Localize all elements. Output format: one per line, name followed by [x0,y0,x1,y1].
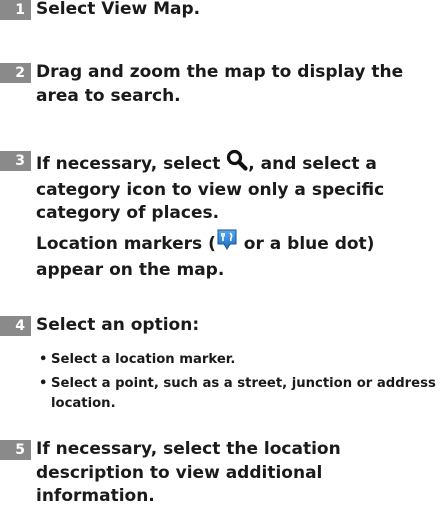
location-markers-note: Location markers ( or a blue dot) appear… [36,228,442,282]
bullet-dot: • [39,352,48,367]
step-number-3: 3 [0,151,31,171]
option-item-2: • Select a point, such as a street, junct… [39,374,439,414]
note-before: Location markers ( [36,234,216,254]
step-text-3-before: If necessary, select [36,154,227,174]
option-text-2: Select a point, such as a street, juncti… [51,376,436,411]
step-text-5: If necessary, select the location descri… [36,439,341,506]
step-number-2: 2 [0,63,31,83]
step-text-1: Select View Map. [36,0,201,19]
restaurant-marker-icon [216,228,238,259]
step-number-4: 4 [0,316,31,336]
step-text-2: Drag and zoom the map to display the are… [36,62,404,106]
bullet-dot: • [39,376,48,391]
option-text-1: Select a location marker. [51,352,236,367]
step-text-4: Select an option: [36,315,200,335]
magnifying-glass-icon [226,149,248,179]
option-item-1: • Select a location marker. [39,350,439,370]
step-number-5: 5 [0,440,31,460]
step-text-3: If necessary, select , and select a cate… [36,149,442,226]
step-number-1: 1 [0,0,31,20]
